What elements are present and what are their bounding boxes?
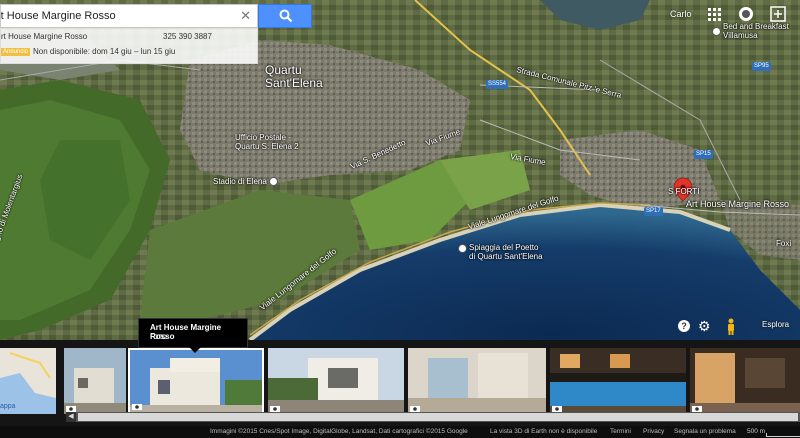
footer: Immagini ©2015 Cnes/Spot Image, DigitalG… <box>0 426 800 438</box>
search-box[interactable]: ✕ <box>0 4 258 28</box>
user-name[interactable]: Carlo <box>670 9 692 19</box>
postoffice-label[interactable]: Ufficio Postale - Quartu S. Elena 2 <box>235 133 299 151</box>
place-dot-icon <box>712 26 721 36</box>
scroll-thumb[interactable] <box>78 413 798 421</box>
search-icon <box>279 9 293 23</box>
filmstrip-scrollbar[interactable]: ◀ <box>66 412 800 422</box>
camera-icon <box>692 406 702 412</box>
close-icon[interactable]: ✕ <box>240 8 251 24</box>
area-label: S FORTI <box>668 187 700 196</box>
road-badge: SP17 <box>644 207 663 216</box>
search-button[interactable] <box>258 4 312 28</box>
ad-badge: Annuncio <box>1 48 31 56</box>
search-result[interactable]: rt House Margine Rosso 325 390 3887 Annu… <box>0 28 258 64</box>
place-dot-icon <box>269 177 279 187</box>
camera-icon <box>66 406 76 412</box>
terms-link[interactable]: Termini <box>610 428 631 435</box>
search-input[interactable] <box>1 5 231 27</box>
photo-tooltip: Art House Margine Rosso FOTO <box>138 318 248 353</box>
area-label: Foxi <box>776 239 792 248</box>
camera-icon <box>132 404 142 410</box>
road-badge: SP95 <box>752 62 771 71</box>
road-badge: SP15 <box>694 150 713 159</box>
city-label: Quartu Sant'Elena <box>265 63 323 90</box>
beach-label[interactable]: Spiaggia del Poetto di Quartu Sant'Elena <box>458 243 543 261</box>
stadium-label[interactable]: Stadio di Elena <box>213 177 280 187</box>
pegman-icon[interactable] <box>726 318 736 341</box>
scale-bar <box>766 433 800 437</box>
share-icon[interactable] <box>770 6 788 24</box>
gear-icon[interactable]: ⚙ <box>698 318 711 334</box>
result-title[interactable]: rt House Margine Rosso <box>1 32 87 41</box>
camera-icon <box>552 406 562 412</box>
notifications-icon[interactable] <box>738 6 756 24</box>
mini-map-label: appa <box>0 403 16 410</box>
attribution-text: Immagini ©2015 Cnes/Spot Image, DigitalG… <box>210 428 468 435</box>
photo-thumbnail[interactable] <box>550 348 686 414</box>
photo-thumbnail[interactable] <box>690 348 800 414</box>
help-icon[interactable]: ? <box>678 320 690 332</box>
availability-text: Non disponibile: dom 14 giu – lun 15 giu <box>33 47 176 56</box>
photo-thumbnail[interactable] <box>64 348 126 414</box>
apps-grid-icon[interactable] <box>708 8 726 26</box>
scroll-left-icon[interactable]: ◀ <box>66 412 76 422</box>
explore-button[interactable]: Esplora <box>762 320 789 329</box>
mini-map-thumbnail[interactable]: appa <box>0 348 56 414</box>
place-dot-icon <box>458 244 467 253</box>
report-link[interactable]: Segnala un problema <box>674 428 736 435</box>
camera-icon <box>270 406 280 412</box>
earth-link[interactable]: La vista 3D di Earth non è disponibile <box>490 428 597 435</box>
photo-thumbnail[interactable] <box>268 348 404 414</box>
photo-thumbnail[interactable] <box>408 348 546 414</box>
camera-icon <box>410 406 420 412</box>
road-badge: SS554 <box>486 80 509 89</box>
scale-label: 500 m <box>747 428 766 435</box>
privacy-link[interactable]: Privacy <box>643 428 664 435</box>
marker-label[interactable]: Art House Margine Rosso <box>686 199 789 209</box>
result-phone: 325 390 3887 <box>163 32 212 41</box>
photo-thumbnail[interactable] <box>128 348 264 414</box>
tooltip-subtitle: FOTO <box>150 335 167 341</box>
